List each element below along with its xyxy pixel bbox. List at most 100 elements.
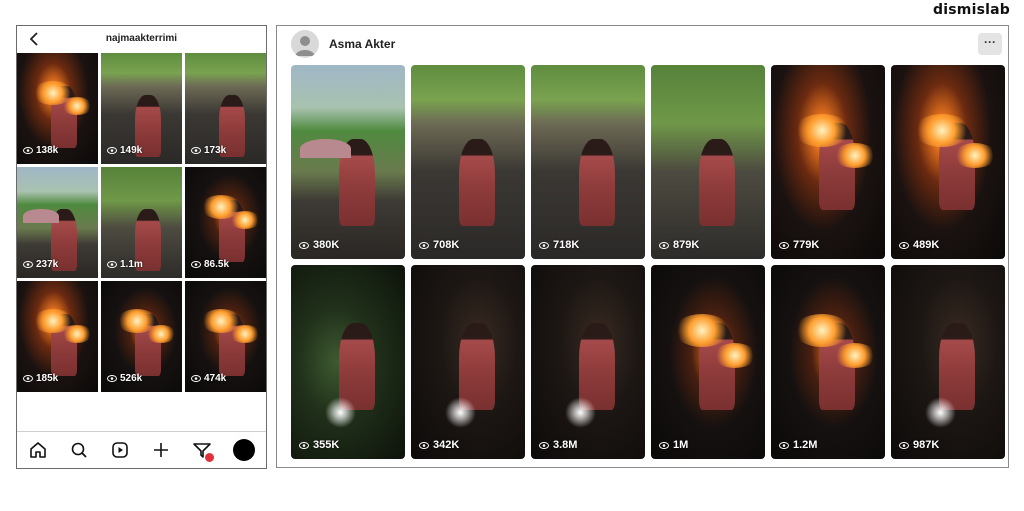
home-icon[interactable] xyxy=(28,440,48,460)
person-figure xyxy=(698,138,736,226)
view-count: 237k xyxy=(23,259,58,270)
profile-avatar[interactable] xyxy=(233,439,256,461)
post-tile[interactable]: 173k xyxy=(185,53,266,164)
video-tile[interactable]: 1M xyxy=(651,265,765,459)
fire-glow xyxy=(201,194,242,219)
phone-profile-screen: najmaakterrimi 138k 149k 173k 237k 1.1m … xyxy=(16,25,267,469)
view-count: 708K xyxy=(419,239,459,251)
video-tile[interactable]: 779K xyxy=(771,65,885,259)
search-icon[interactable] xyxy=(69,440,89,460)
view-count: 987K xyxy=(899,439,939,451)
eye-icon xyxy=(539,441,549,449)
video-tile[interactable]: 342K xyxy=(411,265,525,459)
view-count: 779K xyxy=(779,239,819,251)
view-count: 489K xyxy=(899,239,939,251)
reels-icon[interactable] xyxy=(110,440,130,460)
view-count: 342K xyxy=(419,439,459,451)
view-count-value: 86.5k xyxy=(204,259,230,270)
video-tile[interactable]: 3.8M xyxy=(531,265,645,459)
view-count-value: 1.2M xyxy=(793,439,818,451)
fire-glow xyxy=(833,142,876,168)
eye-icon xyxy=(23,375,33,382)
view-count-value: 489K xyxy=(913,239,940,251)
view-count-value: 779K xyxy=(793,239,820,251)
view-count-value: 149k xyxy=(120,145,143,156)
post-tile[interactable]: 526k xyxy=(101,281,182,392)
view-count: 185k xyxy=(23,373,58,384)
post-tile[interactable]: 86.5k xyxy=(185,167,266,278)
eye-icon xyxy=(299,241,309,249)
eye-icon xyxy=(107,147,117,154)
fire-glow xyxy=(833,342,876,368)
video-tile[interactable]: 1.2M xyxy=(771,265,885,459)
view-count: 474k xyxy=(191,373,226,384)
view-count: 3.8M xyxy=(539,439,577,451)
eye-icon xyxy=(779,241,789,249)
eye-icon xyxy=(779,441,789,449)
fire-glow xyxy=(33,308,74,333)
video-tile[interactable]: 987K xyxy=(891,265,1005,459)
view-count: 526k xyxy=(107,373,142,384)
post-tile[interactable]: 237k xyxy=(17,167,98,278)
view-count-value: 1.1m xyxy=(120,259,143,270)
view-count: 1.2M xyxy=(779,439,817,451)
video-tile[interactable]: 380K xyxy=(291,65,405,259)
fire-glow xyxy=(953,142,996,168)
view-count: 380K xyxy=(299,239,339,251)
light-spot xyxy=(925,396,956,428)
video-tile[interactable]: 879K xyxy=(651,65,765,259)
eye-icon xyxy=(899,241,909,249)
eye-icon xyxy=(23,261,33,268)
person-figure xyxy=(578,138,616,226)
post-tile[interactable]: 149k xyxy=(101,53,182,164)
fire-glow xyxy=(713,342,756,368)
profile-avatar-icon[interactable] xyxy=(291,30,319,58)
add-icon[interactable] xyxy=(151,440,171,460)
view-count-value: 380K xyxy=(313,239,340,251)
phone-header: najmaakterrimi xyxy=(17,26,266,52)
view-count-value: 138k xyxy=(36,145,59,156)
view-count: 355K xyxy=(299,439,339,451)
view-count-value: 342K xyxy=(433,439,460,451)
panel-header: Asma Akter ··· xyxy=(277,26,1008,62)
eye-icon xyxy=(107,375,117,382)
view-count: 718K xyxy=(539,239,579,251)
eye-icon xyxy=(191,147,201,154)
more-options-button[interactable]: ··· xyxy=(978,33,1002,55)
post-tile[interactable]: 138k xyxy=(17,53,98,164)
phone-post-grid: 138k 149k 173k 237k 1.1m 86.5k 185k 526k… xyxy=(17,53,266,392)
view-count: 1M xyxy=(659,439,688,451)
fire-glow xyxy=(793,113,850,148)
light-spot xyxy=(445,396,476,428)
eye-icon xyxy=(191,375,201,382)
umbrella-shape xyxy=(300,138,351,159)
eye-icon xyxy=(899,441,909,449)
fire-glow xyxy=(117,308,158,333)
view-count-value: 708K xyxy=(433,239,460,251)
view-count-value: 879K xyxy=(673,239,700,251)
view-count-value: 3.8M xyxy=(553,439,578,451)
view-count: 138k xyxy=(23,145,58,156)
eye-icon xyxy=(539,241,549,249)
fire-glow xyxy=(673,313,730,348)
video-tile[interactable]: 489K xyxy=(891,65,1005,259)
activity-nav[interactable] xyxy=(192,440,216,463)
eye-icon xyxy=(659,241,669,249)
post-tile[interactable]: 185k xyxy=(17,281,98,392)
bottom-nav-bar xyxy=(17,431,266,468)
profile-panel: Asma Akter ··· 380K 708K 718K 879K 779K … xyxy=(276,25,1009,468)
profile-name: Asma Akter xyxy=(329,37,396,51)
video-tile[interactable]: 708K xyxy=(411,65,525,259)
view-count: 86.5k xyxy=(191,259,229,270)
post-tile[interactable]: 474k xyxy=(185,281,266,392)
light-spot xyxy=(565,396,596,428)
eye-icon xyxy=(107,261,117,268)
video-tile[interactable]: 718K xyxy=(531,65,645,259)
post-tile[interactable]: 1.1m xyxy=(101,167,182,278)
notification-badge xyxy=(204,452,216,463)
view-count-value: 526k xyxy=(120,373,143,384)
video-grid: 380K 708K 718K 879K 779K 489K 355K 342K … xyxy=(291,65,1005,459)
video-tile[interactable]: 355K xyxy=(291,265,405,459)
view-count-value: 355K xyxy=(313,439,340,451)
fire-glow xyxy=(201,308,242,333)
